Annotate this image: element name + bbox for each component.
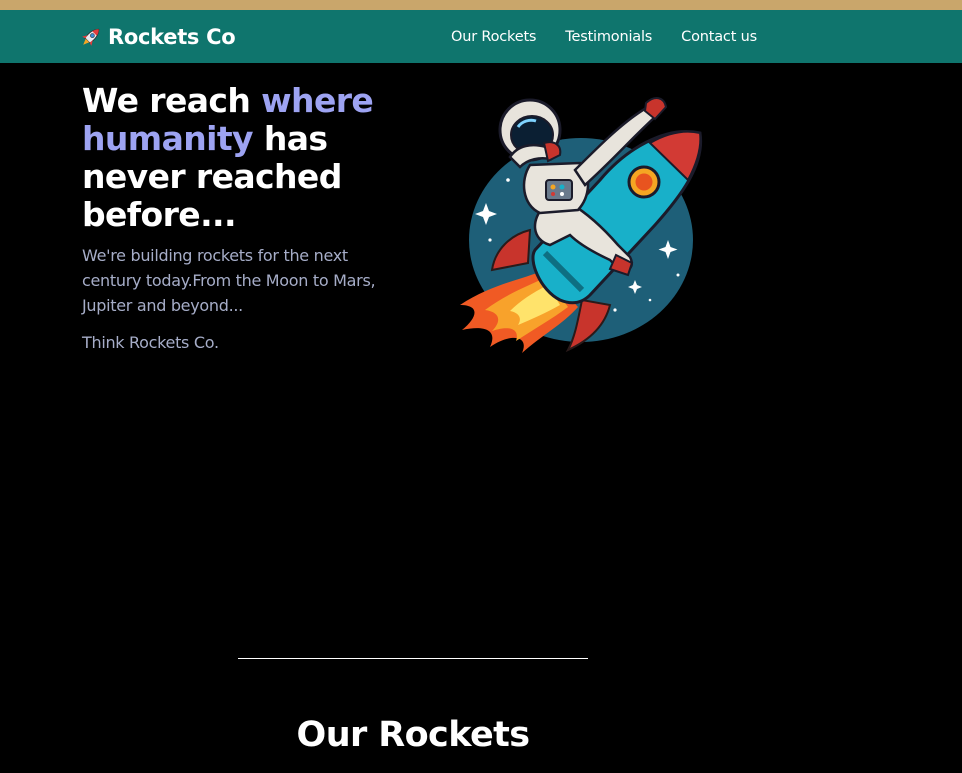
nav-link-testimonials[interactable]: Testimonials <box>565 28 652 46</box>
top-accent-strip <box>0 0 962 10</box>
section-divider <box>238 658 588 659</box>
nav-link-our-rockets[interactable]: Our Rockets <box>451 28 536 46</box>
hero-title: We reach where humanity has never reache… <box>82 82 402 234</box>
astronaut-riding-rocket-illustration <box>460 97 703 353</box>
navbar: Rockets Co Our Rockets Testimonials Cont… <box>0 10 962 63</box>
nav-links: Our Rockets Testimonials Contact us <box>451 28 757 46</box>
brand-logo-link[interactable]: Rockets Co <box>78 23 236 51</box>
nav-link-contact-us[interactable]: Contact us <box>681 28 757 46</box>
our-rockets-heading: Our Rockets <box>296 715 531 755</box>
hero-title-part1: We reach <box>82 81 262 120</box>
rocket-icon <box>82 28 100 46</box>
hero-tagline: Think Rockets Co. <box>82 333 219 352</box>
hero-subtitle: We're building rockets for the next cent… <box>82 246 376 315</box>
brand-name: Rockets Co <box>108 25 236 49</box>
